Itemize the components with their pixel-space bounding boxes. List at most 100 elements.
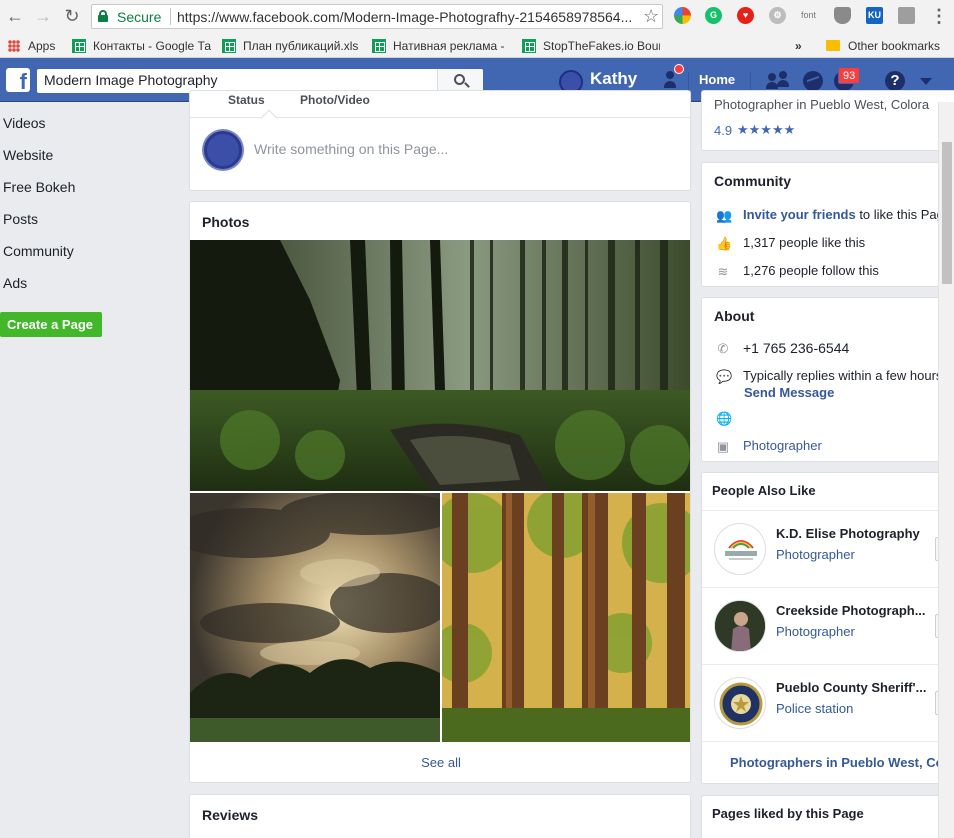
category-shop-icon: ▣ (716, 439, 730, 454)
sheets-icon (222, 39, 236, 53)
friends-icon[interactable] (765, 71, 791, 91)
help-icon[interactable]: ? (885, 71, 905, 91)
list-item: K.D. Elise Photography Photographer (702, 510, 954, 587)
people-also-like-title: People Also Like (712, 483, 816, 498)
globe-website-icon: 🌐 (716, 411, 733, 426)
about-section: About ✆ +1 765 236-6544 💬 Typically repl… (701, 297, 954, 462)
invite-friends-link[interactable]: Invite your friends (743, 207, 856, 222)
photographers-nearby-link[interactable]: Photographers in Pueblo West, Co (730, 755, 944, 770)
scrollbar-thumb[interactable] (942, 142, 952, 284)
nav-ads[interactable]: Ads (3, 275, 27, 291)
nav-free-bokeh[interactable]: Free Bokeh (3, 179, 75, 195)
url-text[interactable]: https://www.facebook.com/Modern-Image-Ph… (177, 9, 632, 25)
page-category[interactable]: Police station (776, 701, 853, 716)
invite-friends-icon: 👥 (716, 208, 733, 223)
url-separator (170, 8, 171, 25)
create-page-button[interactable]: Create a Page (0, 312, 102, 337)
header-divider (688, 72, 689, 90)
friend-request-dot (674, 64, 684, 74)
grammarly-icon[interactable]: G (705, 7, 722, 24)
see-all-photos-link[interactable]: See all (190, 755, 690, 770)
page-name-link[interactable]: K.D. Elise Photography (776, 526, 936, 541)
list-item: Photographers in Pueblo West, Co (702, 741, 954, 783)
nav-posts[interactable]: Posts (3, 211, 38, 227)
bookmark-star-icon[interactable]: ☆ (643, 6, 659, 27)
page-category-location: Photographer in Pueblo West, Colora (714, 97, 930, 112)
chrome-menu-icon[interactable]: ⋮ (928, 5, 950, 27)
sheets-icon (522, 39, 536, 53)
heart-extension-icon[interactable]: ♥ (737, 7, 754, 24)
storm-clouds-photo[interactable] (190, 493, 440, 742)
follows-count: 1,276 people follow this (743, 263, 879, 278)
phone-number[interactable]: +1 765 236-6544 (743, 340, 849, 356)
bookmark-native-ads[interactable]: Нативная реклама - (372, 37, 510, 55)
nav-videos[interactable]: Videos (3, 115, 46, 131)
header-divider (750, 72, 751, 90)
creekside-photo[interactable] (714, 600, 766, 652)
page-name-link[interactable]: Creekside Photograph... (776, 603, 936, 618)
messenger-icon[interactable] (803, 71, 823, 91)
reviews-section: Reviews (189, 794, 691, 838)
page-category[interactable]: Photographer (776, 624, 855, 639)
likes-count: 1,317 people like this (743, 235, 866, 250)
bookmark-plan[interactable]: План публикаций.xls (222, 37, 362, 55)
address-bar[interactable]: Secure https://www.facebook.com/Modern-I… (91, 4, 663, 29)
color-extension-icon[interactable] (674, 7, 691, 24)
forest-stream-photo[interactable] (190, 240, 690, 491)
page-category[interactable]: Photographer (776, 547, 855, 562)
profile-name-link[interactable]: Kathy (590, 69, 637, 89)
bookmarks-bar: Apps Контакты - Google Та План публикаци… (0, 34, 954, 58)
bookmark-apps[interactable]: Apps (8, 37, 55, 55)
sheets-icon (72, 39, 86, 53)
category-link[interactable]: Photographer (743, 438, 822, 453)
nav-community[interactable]: Community (3, 243, 74, 259)
back-arrow-icon[interactable]: ← (4, 5, 26, 27)
rating-stars-icon[interactable]: ★★★★★ (737, 122, 795, 138)
composer-notch (260, 109, 278, 127)
phone-icon: ✆ (717, 341, 729, 356)
autumn-forest-photo[interactable] (442, 493, 690, 742)
folder-icon (826, 40, 840, 51)
rating-value: 4.9 (714, 123, 733, 138)
search-input[interactable]: Modern Image Photography (44, 72, 218, 88)
sheets-icon (372, 39, 386, 53)
nav-website[interactable]: Website (3, 147, 53, 163)
reload-icon[interactable]: ↻ (61, 5, 83, 27)
forward-arrow-icon[interactable]: → (32, 5, 54, 27)
facebook-logo-icon[interactable]: f (6, 68, 30, 92)
page-name-link[interactable]: Pueblo County Sheriff'... (776, 680, 936, 695)
bookmark-contacts[interactable]: Контакты - Google Та (72, 37, 212, 55)
page-scrollbar[interactable] (938, 102, 954, 838)
font-extension-icon[interactable]: font (800, 7, 817, 24)
kd-elise-logo[interactable] (714, 523, 766, 575)
response-time: Typically replies within a few hours (743, 368, 943, 383)
tab-status[interactable]: Status (228, 93, 265, 107)
photos-title: Photos (202, 214, 250, 230)
apps-grid-icon (8, 40, 20, 52)
sheriff-badge-logo[interactable] (714, 677, 766, 729)
reviews-title: Reviews (202, 807, 259, 823)
rss-follow-icon: ≋ (717, 264, 729, 279)
about-title[interactable]: About (714, 308, 754, 324)
tab-photo-video[interactable]: Photo/Video (300, 93, 370, 107)
secure-label: Secure (117, 9, 162, 25)
list-item: Creekside Photograph... Photographer (702, 587, 954, 664)
browser-toolbar: ← → ↻ Secure https://www.facebook.com/Mo… (0, 0, 954, 34)
community-title[interactable]: Community (714, 173, 791, 189)
ku-extension-icon[interactable]: KU (866, 7, 883, 24)
messenger-bubble-icon: 💬 (716, 369, 733, 384)
friend-requests-icon[interactable] (659, 71, 681, 91)
bookmark-stopthefakes[interactable]: StopTheFakes.io Boun (522, 37, 660, 55)
gray-extension-icon[interactable]: ⚙ (769, 7, 786, 24)
home-link[interactable]: Home (699, 72, 735, 87)
account-menu-caret-icon[interactable] (920, 78, 932, 85)
shield-extension-icon[interactable] (834, 7, 851, 24)
more-bookmarks-chevron[interactable]: » (795, 37, 802, 55)
lock-icon (98, 10, 108, 22)
thumbs-up-icon: 👍 (716, 236, 733, 251)
send-message-link[interactable]: Send Message (744, 385, 834, 400)
other-bookmarks[interactable]: Other bookmarks (826, 37, 940, 55)
composer-input[interactable]: Write something on this Page... (254, 141, 448, 157)
avatar (204, 131, 242, 169)
rss-extension-icon[interactable] (898, 7, 915, 24)
